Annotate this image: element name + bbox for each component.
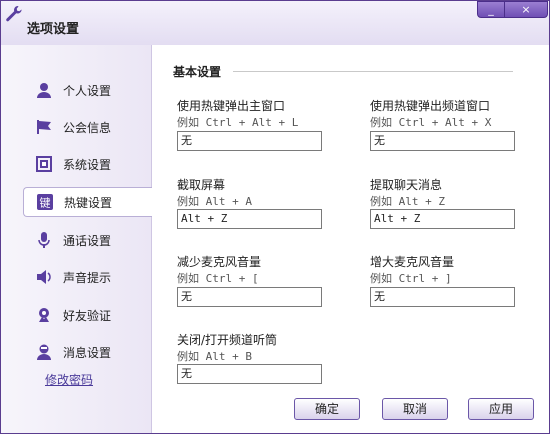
field-example: 例如 Alt + B (177, 350, 252, 363)
field-label: 使用热键弹出频道窗口 (370, 99, 491, 113)
field-label: 减少麦克风音量 (177, 255, 262, 269)
window-title: 选项设置 (27, 22, 80, 37)
field-example: 例如 Alt + Z (370, 195, 445, 208)
title-bar: 选项设置 _ × (1, 1, 549, 45)
sidebar-item-system[interactable]: 系统设置 (23, 149, 141, 179)
field-example: 例如 Ctrl + [ (177, 272, 259, 285)
ok-button[interactable]: 确定 (294, 398, 360, 420)
microphone-icon (35, 231, 53, 249)
field-example: 例如 Ctrl + Alt + L (177, 116, 299, 129)
field-example: 例如 Ctrl + ] (370, 272, 452, 285)
section-title: 基本设置 (173, 65, 222, 79)
hotkey-input-main-window[interactable]: 无 (177, 131, 322, 151)
hotkey-input-channel-window[interactable]: 无 (370, 131, 515, 151)
hotkey-input-channel-earpiece[interactable]: 无 (177, 364, 322, 384)
close-button[interactable]: × (504, 1, 548, 18)
sidebar-item-hotkey[interactable]: 键 热键设置 (23, 187, 152, 217)
person-icon (35, 81, 53, 99)
cancel-button[interactable]: 取消 (382, 398, 448, 420)
field-label: 提取聊天消息 (370, 178, 443, 192)
sidebar-item-personal[interactable]: 个人设置 (23, 75, 141, 105)
sidebar-item-call[interactable]: 通话设置 (23, 225, 141, 255)
change-password-link[interactable]: 修改密码 (45, 371, 93, 388)
field-label: 使用热键弹出主窗口 (177, 99, 286, 113)
sidebar-item-label: 系统设置 (63, 157, 112, 172)
hotkey-input-mic-volume-down[interactable]: 无 (177, 287, 322, 307)
apply-button[interactable]: 应用 (468, 398, 534, 420)
sidebar-item-label: 公会信息 (63, 120, 112, 135)
sidebar-item-label: 个人设置 (63, 83, 112, 98)
field-label: 截取屏幕 (177, 178, 226, 192)
speaker-icon (35, 268, 53, 286)
hotkey-icon: 键 (36, 193, 54, 211)
sidebar-item-label: 热键设置 (64, 195, 113, 210)
sidebar-item-label: 消息设置 (63, 345, 112, 360)
hotkey-input-mic-volume-up[interactable]: 无 (370, 287, 515, 307)
minimize-button[interactable]: _ (477, 1, 505, 18)
sidebar-item-sound[interactable]: 声音提示 (23, 262, 141, 292)
sidebar-item-message[interactable]: 消息设置 (23, 337, 141, 367)
sidebar-item-label: 好友验证 (63, 308, 112, 323)
field-label: 增大麦克风音量 (370, 255, 455, 269)
flag-icon (35, 118, 53, 136)
section-divider (233, 71, 513, 72)
sidebar-item-guild[interactable]: 公会信息 (23, 112, 141, 142)
svg-text:键: 键 (40, 196, 51, 210)
hotkey-input-extract-message[interactable]: Alt + Z (370, 209, 515, 229)
friend-verify-icon (35, 306, 53, 324)
message-icon (35, 343, 53, 361)
options-window: 选项设置 _ × 个人设置 公会信息 系统设置 键 热键设置 通话设置 声音提示… (0, 0, 550, 434)
system-icon (35, 155, 53, 173)
field-example: 例如 Ctrl + Alt + X (370, 116, 492, 129)
sidebar-item-friend-verify[interactable]: 好友验证 (23, 300, 141, 330)
sidebar-item-label: 通话设置 (63, 233, 112, 248)
wrench-icon (6, 6, 22, 22)
hotkey-input-screenshot[interactable]: Alt + Z (177, 209, 322, 229)
field-example: 例如 Alt + A (177, 195, 252, 208)
field-label: 关闭/打开频道听筒 (177, 333, 278, 347)
sidebar-item-label: 声音提示 (63, 270, 112, 285)
